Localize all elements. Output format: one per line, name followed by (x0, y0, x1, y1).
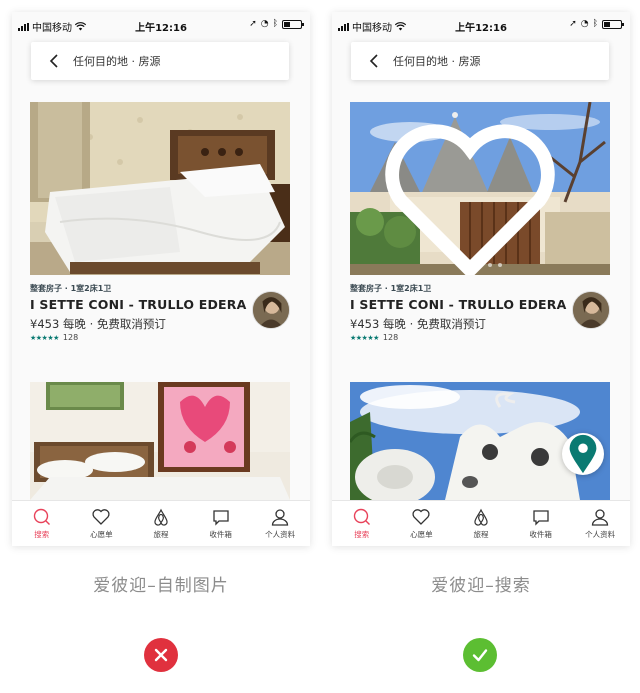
listing-price: ¥453 每晚 · 免费取消预订 (350, 317, 486, 331)
caption-right: 爱彼迎–搜索 (431, 576, 531, 596)
correct-check-icon (463, 638, 497, 672)
tab-label: 旅程 (153, 530, 169, 539)
heart-icon (412, 509, 430, 525)
search-bar[interactable]: 任何目的地 · 房源 (31, 42, 289, 80)
phone-screen-right: 中国移动 上午12:16 ➚ ◔ ᛒ 任何目的地 · 房源 整套房子 · 1室2… (332, 12, 630, 546)
listing-photo-shell-house[interactable] (350, 382, 610, 500)
tab-wishlist[interactable]: 心愿单 (392, 501, 452, 546)
tab-search[interactable]: 搜索 (332, 501, 392, 546)
message-icon (532, 510, 549, 526)
status-bar: 中国移动 上午12:16 ➚ ◔ ᛒ (12, 12, 310, 38)
search-icon (33, 508, 50, 525)
tab-label: 收件箱 (529, 530, 552, 539)
tab-search[interactable]: 搜索 (12, 501, 72, 546)
search-query[interactable]: 任何目的地 · 房源 (393, 53, 481, 69)
bluetooth-icon: ᛒ (272, 19, 278, 29)
status-bar: 中国移动 上午12:16 ➚ ◔ ᛒ (332, 12, 630, 38)
host-avatar[interactable] (572, 291, 610, 329)
listing-photo-bedroom[interactable] (30, 102, 290, 275)
review-count: 128 (62, 333, 79, 342)
tab-label: 个人资料 (265, 530, 296, 539)
caption-left: 爱彼迎–自制图片 (93, 576, 229, 596)
location-icon: ➚ (569, 19, 577, 29)
tab-label: 心愿单 (90, 530, 113, 539)
heart-icon (92, 509, 110, 525)
tab-inbox[interactable]: 收件箱 (191, 501, 251, 546)
tab-trips[interactable]: 旅程 (451, 501, 511, 546)
tab-label: 心愿单 (410, 530, 433, 539)
battery-icon (602, 19, 624, 29)
back-arrow-icon[interactable] (363, 49, 387, 73)
carousel-dots[interactable] (350, 263, 610, 267)
alarm-icon: ◔ (580, 19, 589, 29)
alarm-icon: ◔ (260, 19, 269, 29)
map-pin-icon (569, 434, 597, 474)
rating-stars: ★★★★★ (30, 333, 59, 342)
listing-card[interactable] (350, 382, 610, 500)
message-icon (212, 510, 229, 526)
search-query[interactable]: 任何目的地 · 房源 (73, 53, 161, 69)
user-icon (272, 509, 289, 526)
tab-bar: 搜索 心愿单 旅程 收件箱 个人资料 (332, 500, 630, 546)
listing-type: 整套房子 · 1室2床1卫 (30, 284, 112, 293)
tab-label: 个人资料 (585, 530, 616, 539)
listing-price: ¥453 每晚 · 免费取消预订 (30, 317, 166, 331)
back-arrow-icon[interactable] (43, 49, 67, 73)
search-bar[interactable]: 任何目的地 · 房源 (351, 42, 609, 80)
tab-profile[interactable]: 个人资料 (250, 501, 310, 546)
listing-card[interactable]: 整套房子 · 1室2床1卫 I SETTE CONI - TRULLO EDER… (30, 102, 290, 355)
host-avatar[interactable] (252, 291, 290, 329)
airbnb-logo-icon (154, 508, 168, 526)
listing-title[interactable]: I SETTE CONI - TRULLO EDERA (30, 297, 247, 312)
review-count: 128 (382, 333, 399, 342)
tab-inbox[interactable]: 收件箱 (511, 501, 571, 546)
listing-photo-bedroom-2[interactable] (30, 382, 290, 500)
listing-rating: ★★★★★ 128 (350, 333, 398, 342)
map-button[interactable] (562, 433, 604, 475)
listing-photo-trullo[interactable] (350, 102, 610, 275)
tab-label: 搜索 (354, 530, 370, 539)
location-icon: ➚ (249, 19, 257, 29)
airbnb-logo-icon (474, 508, 488, 526)
listing-rating: ★★★★★ 128 (30, 333, 78, 342)
tab-label: 旅程 (473, 530, 489, 539)
tab-label: 搜索 (34, 530, 50, 539)
phone-screen-left: 中国移动 上午12:16 ➚ ◔ ᛒ 任何目的地 · 房源 整套房子 · 1室2… (12, 12, 310, 546)
search-icon (353, 508, 370, 525)
tab-bar: 搜索 心愿单 旅程 收件箱 个人资料 (12, 500, 310, 546)
user-icon (592, 509, 609, 526)
incorrect-cross-icon (144, 638, 178, 672)
listing-card[interactable]: 整套房子 · 1室2床1卫 I SETTE CONI - TRULLO EDER… (350, 102, 610, 355)
rating-stars: ★★★★★ (350, 333, 379, 342)
tab-wishlist[interactable]: 心愿单 (72, 501, 132, 546)
tab-trips[interactable]: 旅程 (131, 501, 191, 546)
save-heart-icon[interactable] (350, 114, 600, 275)
bluetooth-icon: ᛒ (592, 19, 598, 29)
listing-details: 整套房子 · 1室2床1卫 I SETTE CONI - TRULLO EDER… (30, 275, 290, 355)
tab-label: 收件箱 (209, 530, 232, 539)
battery-icon (282, 19, 304, 29)
listing-card[interactable] (30, 382, 290, 500)
listing-details: 整套房子 · 1室2床1卫 I SETTE CONI - TRULLO EDER… (350, 275, 610, 355)
tab-profile[interactable]: 个人资料 (570, 501, 630, 546)
listing-title[interactable]: I SETTE CONI - TRULLO EDERA (350, 297, 567, 312)
listing-type: 整套房子 · 1室2床1卫 (350, 284, 432, 293)
